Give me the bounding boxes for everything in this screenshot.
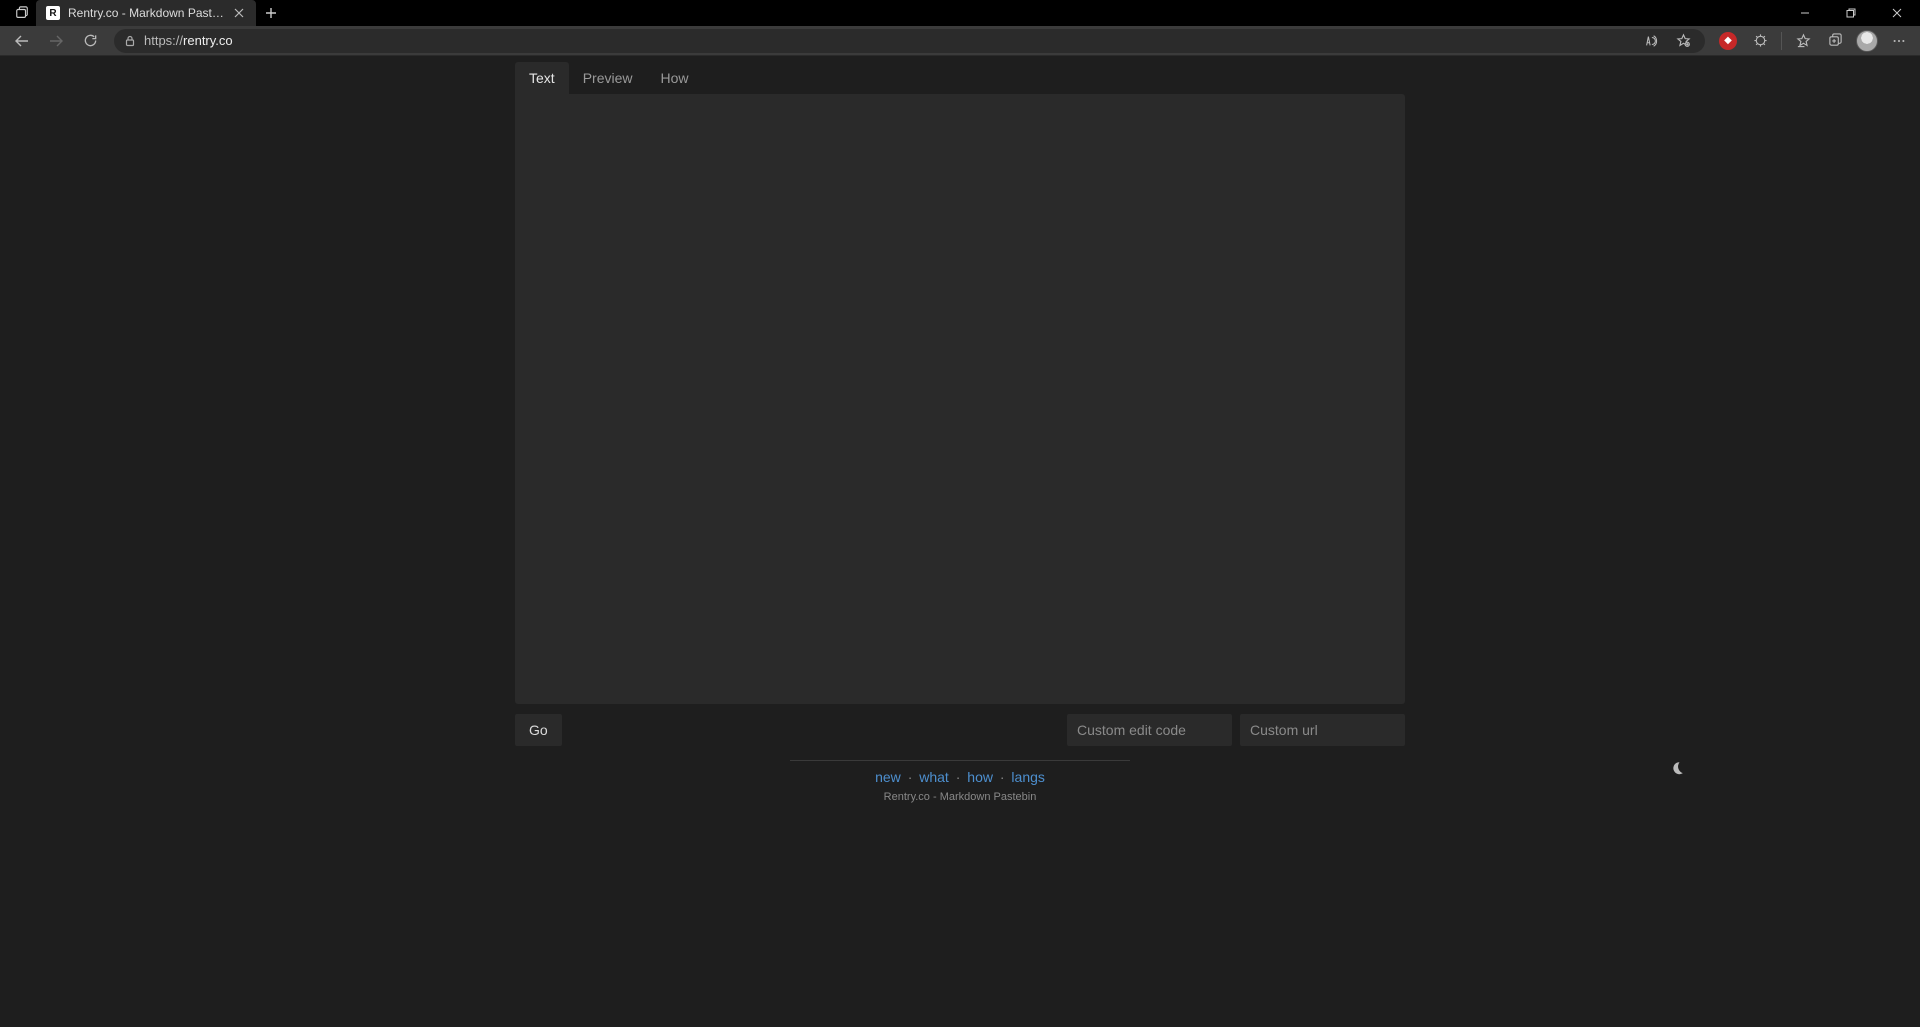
maximize-button[interactable] (1828, 0, 1874, 26)
profile-avatar[interactable] (1852, 27, 1882, 55)
refresh-button[interactable] (74, 27, 106, 55)
theme-toggle-icon[interactable] (1669, 760, 1685, 776)
more-menu-icon[interactable] (1884, 27, 1914, 55)
page-container: Text Preview How Go new · what · how · l… (515, 56, 1405, 803)
editor-tabs: Text Preview How (515, 62, 1405, 94)
tab-text[interactable]: Text (515, 62, 569, 94)
edit-code-input[interactable] (1067, 714, 1232, 746)
window-titlebar: R Rentry.co - Markdown Pastebin (0, 0, 1920, 26)
extension-red-icon[interactable]: ◆ (1713, 27, 1743, 55)
window-controls (1782, 0, 1920, 26)
tab-actions-icon[interactable] (8, 0, 36, 26)
browser-tab[interactable]: R Rentry.co - Markdown Pastebin (36, 0, 256, 26)
footer-links: new · what · how · langs (515, 769, 1405, 785)
address-bar[interactable]: https://rentry.co (114, 29, 1705, 53)
read-aloud-icon[interactable] (1639, 27, 1663, 55)
close-window-button[interactable] (1874, 0, 1920, 26)
minimize-button[interactable] (1782, 0, 1828, 26)
tab-title: Rentry.co - Markdown Pastebin (68, 6, 224, 20)
url-host: rentry.co (183, 33, 233, 48)
tab-strip: R Rentry.co - Markdown Pastebin (0, 0, 286, 26)
url-text[interactable]: https://rentry.co (144, 33, 1631, 48)
markdown-textarea[interactable] (515, 94, 1405, 704)
tab-favicon: R (46, 6, 60, 20)
footer-link-how[interactable]: how (967, 769, 993, 785)
collections-icon[interactable] (1820, 27, 1850, 55)
page-footer: new · what · how · langs Rentry.co - Mar… (515, 760, 1405, 803)
new-tab-button[interactable] (256, 0, 286, 26)
footer-tagline: Rentry.co - Markdown Pastebin (515, 791, 1405, 803)
url-prefix: https:// (144, 33, 183, 48)
footer-link-new[interactable]: new (875, 769, 901, 785)
submit-row: Go (515, 714, 1405, 746)
footer-link-what[interactable]: what (919, 769, 949, 785)
toolbar-right: ◆ (1713, 27, 1914, 55)
favorites-icon[interactable] (1788, 27, 1818, 55)
page-viewport: Text Preview How Go new · what · how · l… (0, 56, 1920, 1027)
tab-close-icon[interactable] (232, 6, 246, 20)
back-button[interactable] (6, 27, 38, 55)
tab-how[interactable]: How (646, 62, 702, 94)
footer-link-langs[interactable]: langs (1011, 769, 1044, 785)
go-button[interactable]: Go (515, 714, 562, 746)
extensions-icon[interactable] (1745, 27, 1775, 55)
custom-url-input[interactable] (1240, 714, 1405, 746)
editor-panel (515, 94, 1405, 704)
browser-toolbar: https://rentry.co ◆ (0, 26, 1920, 56)
favorite-star-icon[interactable] (1671, 27, 1695, 55)
tab-preview[interactable]: Preview (569, 62, 647, 94)
forward-button[interactable] (40, 27, 72, 55)
lock-icon (124, 35, 136, 47)
